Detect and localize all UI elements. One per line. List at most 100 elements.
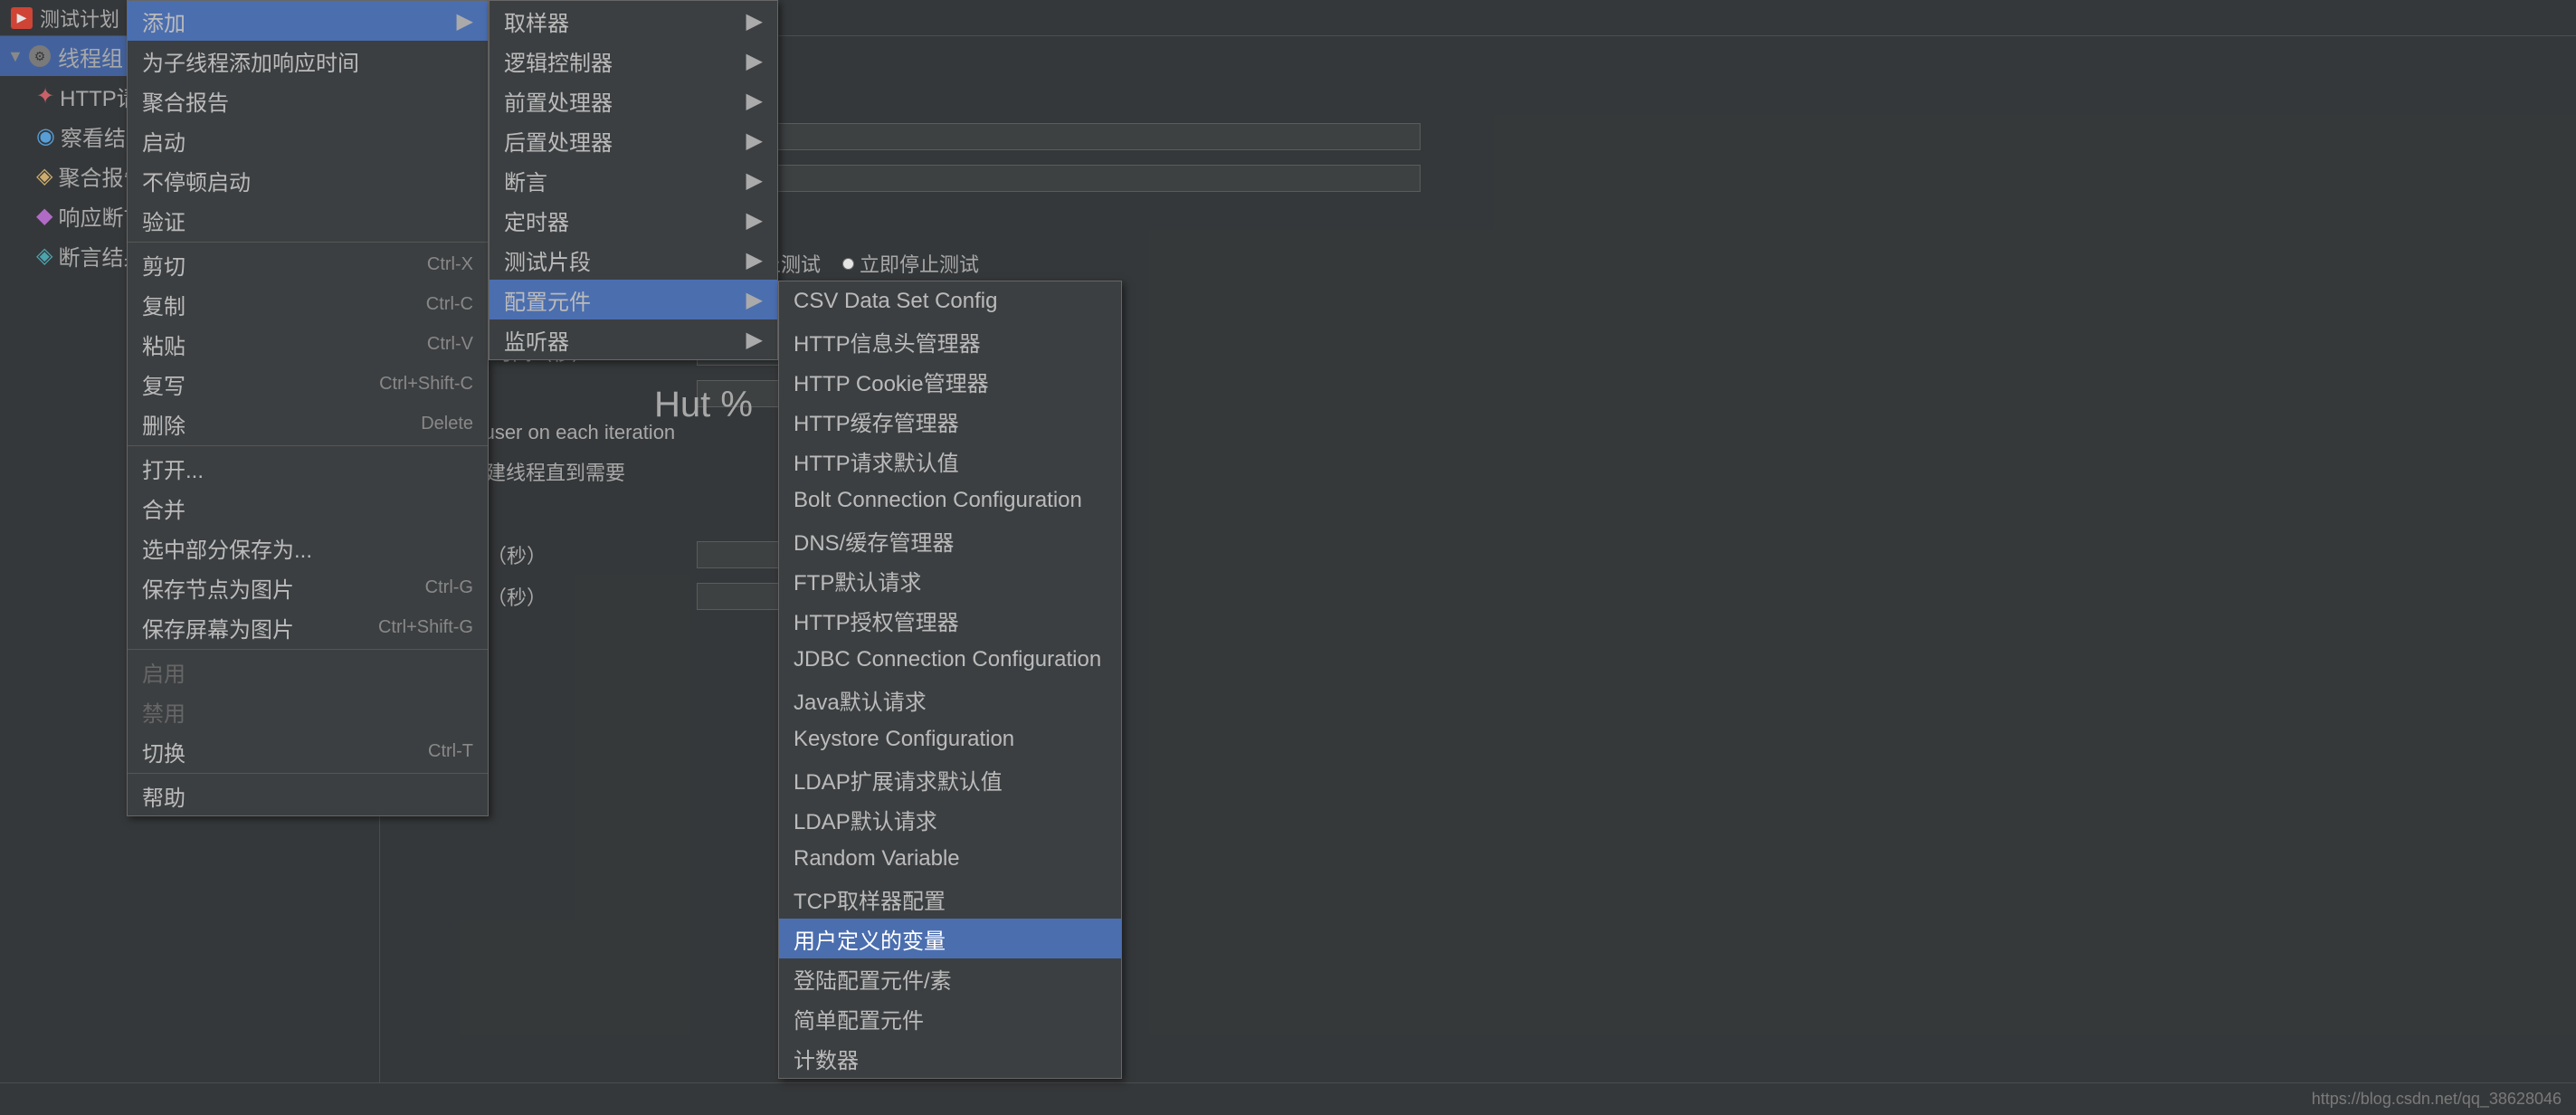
ctx2-item-logic[interactable]: 逻辑控制器 ▶ <box>490 41 777 81</box>
ctx2-label-logic: 逻辑控制器 <box>504 45 613 77</box>
ctx3-item-random-var[interactable]: Random Variable <box>779 839 1121 879</box>
ctx-label-paste: 粘贴 <box>142 329 185 360</box>
context-menu-1: 添加 ▶ 为子线程添加响应时间 聚合报告 启动 不停顿启动 验证 剪切 Ctrl… <box>127 0 489 816</box>
ctx-item-partial-save[interactable]: 选中部分保存为... <box>128 528 488 567</box>
ctx-sep-3 <box>128 649 488 650</box>
ctx3-label-http-header: HTTP信息头管理器 <box>794 326 981 357</box>
ctx-sep-4 <box>128 773 488 774</box>
ctx-label-add: 添加 <box>142 5 185 37</box>
ctx-label-save-node: 保存节点为图片 <box>142 572 294 604</box>
ctx-label-delete: 删除 <box>142 408 185 440</box>
ctx-sep-2 <box>128 445 488 446</box>
ctx-item-aggregate2[interactable]: 聚合报告 <box>128 81 488 120</box>
ctx-label-enable: 启用 <box>142 656 185 688</box>
ctx3-item-csv[interactable]: CSV Data Set Config <box>779 281 1121 321</box>
ctx-label-toggle: 切换 <box>142 736 185 767</box>
ctx-item-delete[interactable]: 删除 Delete <box>128 404 488 443</box>
ctx3-item-java[interactable]: Java默认请求 <box>779 680 1121 720</box>
ctx3-item-http-req-default[interactable]: HTTP请求默认值 <box>779 441 1121 481</box>
ctx-label-merge: 合并 <box>142 492 185 524</box>
ctx-label-cut: 剪切 <box>142 249 185 281</box>
ctx3-label-http-cookie: HTTP Cookie管理器 <box>794 366 989 397</box>
ctx3-label-ldap: LDAP默认请求 <box>794 804 937 835</box>
ctx3-label-user-vars: 用户定义的变量 <box>794 923 946 955</box>
ctx2-item-assert[interactable]: 断言 ▶ <box>490 160 777 200</box>
ctx2-item-listener[interactable]: 监听器 ▶ <box>490 319 777 359</box>
ctx-item-no-stop-start[interactable]: 不停顿启动 <box>128 160 488 200</box>
ctx3-item-ldap-ext[interactable]: LDAP扩展请求默认值 <box>779 759 1121 799</box>
ctx-item-help[interactable]: 帮助 <box>128 776 488 815</box>
ctx-item-paste[interactable]: 粘贴 Ctrl-V <box>128 324 488 364</box>
ctx-item-disable[interactable]: 禁用 <box>128 691 488 731</box>
shortcut-rewrite: Ctrl+Shift-C <box>379 374 473 395</box>
ctx3-label-ldap-ext: LDAP扩展请求默认值 <box>794 764 1003 796</box>
ctx2-label-fragment: 测试片段 <box>504 244 591 276</box>
ctx-label-no-stop-start: 不停顿启动 <box>142 165 251 196</box>
ctx2-item-timer[interactable]: 定时器 ▶ <box>490 200 777 240</box>
shortcut-save-screen: Ctrl+Shift-G <box>378 617 473 638</box>
ctx-item-save-screen[interactable]: 保存屏幕为图片 Ctrl+Shift-G <box>128 607 488 647</box>
ctx-label-help: 帮助 <box>142 780 185 812</box>
ctx2-label-listener: 监听器 <box>504 324 569 356</box>
ctx2-item-sampler[interactable]: 取样器 ▶ <box>490 1 777 41</box>
ctx3-item-simple[interactable]: 简单配置元件 <box>779 998 1121 1038</box>
ctx3-item-login[interactable]: 登陆配置元件/素 <box>779 958 1121 998</box>
ctx-label-add-response: 为子线程添加响应时间 <box>142 45 359 77</box>
ctx-item-rewrite[interactable]: 复写 Ctrl+Shift-C <box>128 364 488 404</box>
arrow-post: ▶ <box>746 128 763 154</box>
ctx-item-enable[interactable]: 启用 <box>128 652 488 691</box>
arrow-listener: ▶ <box>746 327 763 353</box>
ctx-label-open: 打开... <box>142 453 204 484</box>
ctx3-label-tcp: TCP取样器配置 <box>794 883 946 915</box>
ctx3-item-ftp[interactable]: FTP默认请求 <box>779 560 1121 600</box>
ctx2-label-timer: 定时器 <box>504 205 569 236</box>
ctx-item-add-response[interactable]: 为子线程添加响应时间 <box>128 41 488 81</box>
ctx3-item-bolt[interactable]: Bolt Connection Configuration <box>779 481 1121 520</box>
ctx3-label-login: 登陆配置元件/素 <box>794 963 952 995</box>
arrow-logic: ▶ <box>746 48 763 74</box>
ctx3-item-jdbc[interactable]: JDBC Connection Configuration <box>779 640 1121 680</box>
ctx2-item-fragment[interactable]: 测试片段 ▶ <box>490 240 777 280</box>
ctx3-item-counter[interactable]: 计数器 <box>779 1038 1121 1078</box>
ctx2-item-pre[interactable]: 前置处理器 ▶ <box>490 81 777 120</box>
context-menu-2: 取样器 ▶ 逻辑控制器 ▶ 前置处理器 ▶ 后置处理器 ▶ 断言 ▶ 定时器 ▶… <box>489 0 778 360</box>
ctx-item-copy[interactable]: 复制 Ctrl-C <box>128 284 488 324</box>
ctx-label-aggregate2: 聚合报告 <box>142 85 229 117</box>
ctx3-item-tcp[interactable]: TCP取样器配置 <box>779 879 1121 919</box>
ctx-label-verify: 验证 <box>142 205 185 236</box>
ctx2-label-config: 配置元件 <box>504 284 591 316</box>
ctx3-item-http-header[interactable]: HTTP信息头管理器 <box>779 321 1121 361</box>
ctx2-label-post: 后置处理器 <box>504 125 613 157</box>
ctx3-item-dns[interactable]: DNS/缓存管理器 <box>779 520 1121 560</box>
arrow-timer: ▶ <box>746 207 763 233</box>
ctx-item-start[interactable]: 启动 <box>128 120 488 160</box>
ctx2-label-sampler: 取样器 <box>504 5 569 37</box>
ctx3-item-http-cookie[interactable]: HTTP Cookie管理器 <box>779 361 1121 401</box>
ctx3-item-keystore[interactable]: Keystore Configuration <box>779 720 1121 759</box>
ctx-item-open[interactable]: 打开... <box>128 448 488 488</box>
ctx3-label-bolt: Bolt Connection Configuration <box>794 488 1082 513</box>
ctx2-item-post[interactable]: 后置处理器 ▶ <box>490 120 777 160</box>
shortcut-cut: Ctrl-X <box>427 254 473 275</box>
ctx3-label-jdbc: JDBC Connection Configuration <box>794 647 1101 672</box>
ctx-item-merge[interactable]: 合并 <box>128 488 488 528</box>
ctx3-item-user-vars[interactable]: 用户定义的变量 <box>779 919 1121 958</box>
shortcut-paste: Ctrl-V <box>427 334 473 355</box>
ctx-item-cut[interactable]: 剪切 Ctrl-X <box>128 244 488 284</box>
ctx-item-toggle[interactable]: 切换 Ctrl-T <box>128 731 488 771</box>
ctx2-item-config[interactable]: 配置元件 ▶ <box>490 280 777 319</box>
shortcut-toggle: Ctrl-T <box>428 741 473 762</box>
ctx3-label-http-auth: HTTP授权管理器 <box>794 605 959 636</box>
ctx3-item-http-auth[interactable]: HTTP授权管理器 <box>779 600 1121 640</box>
ctx3-label-http-req-default: HTTP请求默认值 <box>794 445 959 477</box>
shortcut-copy: Ctrl-C <box>426 294 473 315</box>
ctx-item-save-node[interactable]: 保存节点为图片 Ctrl-G <box>128 567 488 607</box>
ctx3-item-http-cache[interactable]: HTTP缓存管理器 <box>779 401 1121 441</box>
ctx-sep-1 <box>128 242 488 243</box>
ctx3-label-counter: 计数器 <box>794 1043 859 1074</box>
ctx3-label-ftp: FTP默认请求 <box>794 565 921 596</box>
ctx-item-add[interactable]: 添加 ▶ <box>128 1 488 41</box>
ctx2-label-assert: 断言 <box>504 165 547 196</box>
ctx-item-verify[interactable]: 验证 <box>128 200 488 240</box>
ctx3-item-ldap[interactable]: LDAP默认请求 <box>779 799 1121 839</box>
